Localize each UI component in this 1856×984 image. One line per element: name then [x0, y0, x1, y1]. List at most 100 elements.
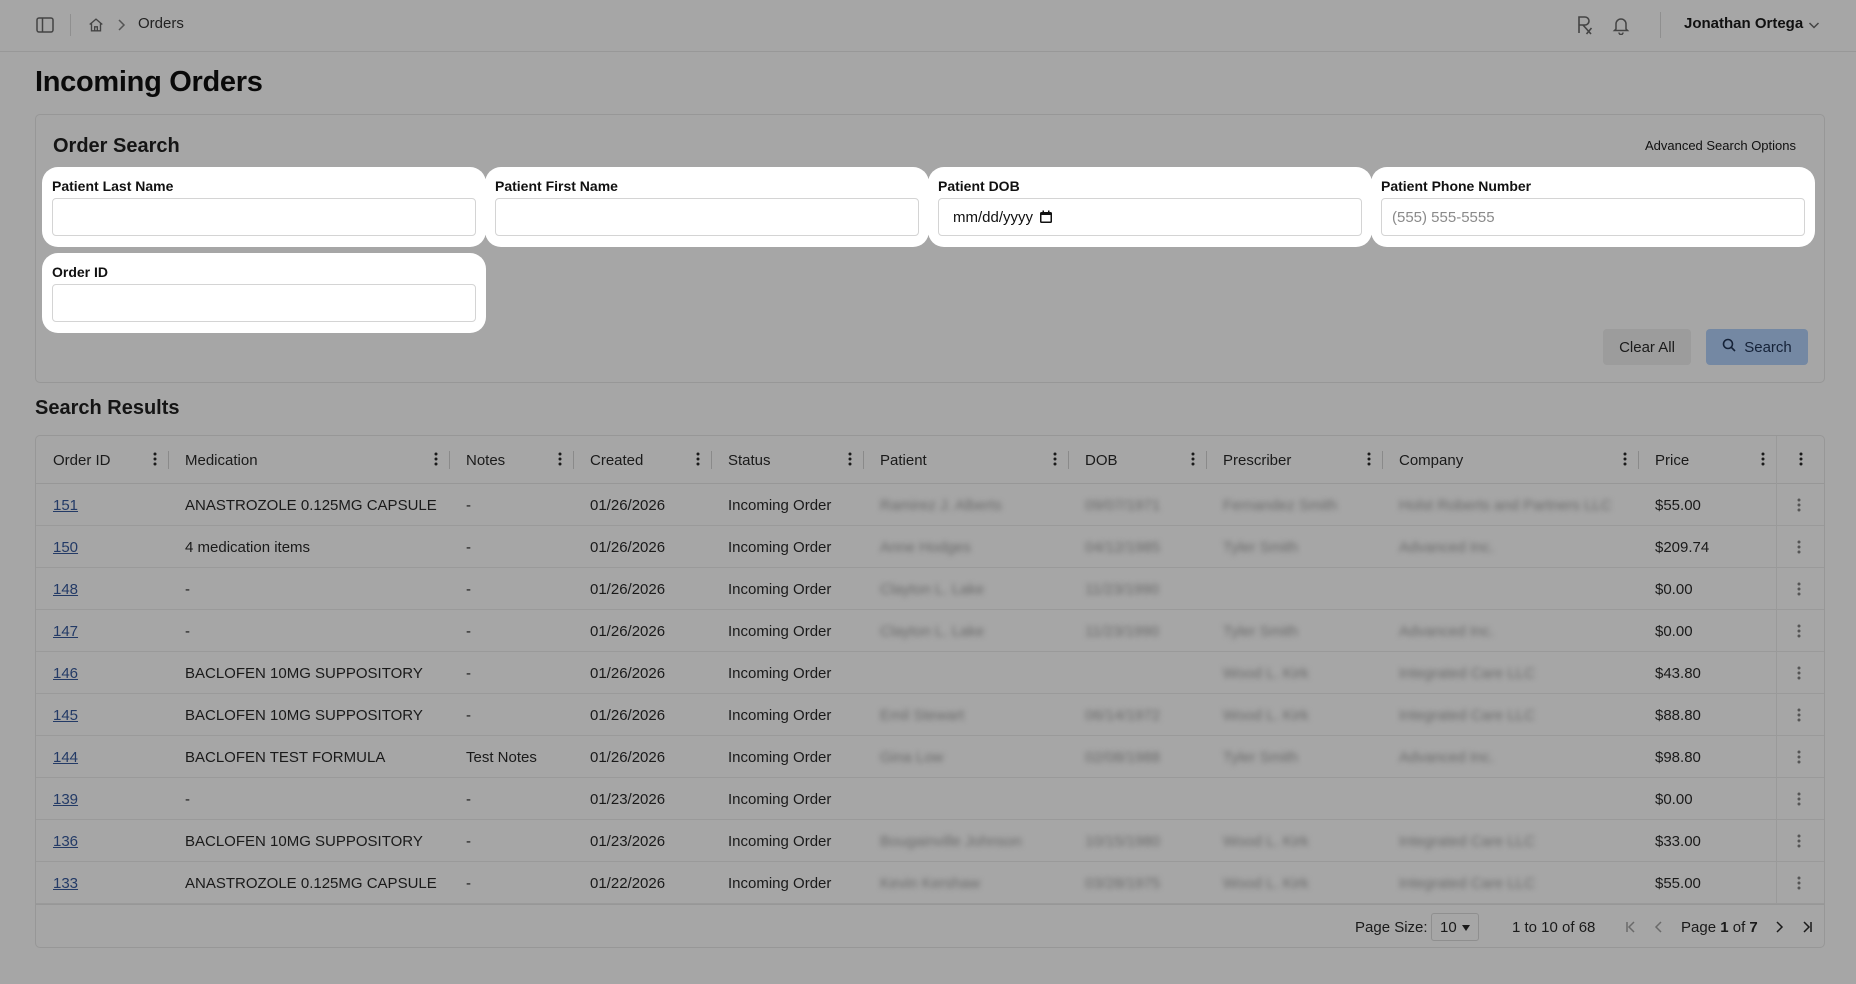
column-header-company[interactable]: Company — [1382, 436, 1638, 484]
patient-last-name-input[interactable] — [52, 198, 476, 236]
column-divider[interactable] — [573, 451, 574, 469]
row-actions-icon[interactable] — [1796, 833, 1802, 849]
column-divider[interactable] — [449, 451, 450, 469]
column-menu-icon[interactable] — [557, 451, 563, 469]
row-actions-icon[interactable] — [1796, 497, 1802, 513]
table-row[interactable]: 148 - - 01/26/2026 Incoming Order Clayton L. … — [36, 568, 1824, 610]
row-actions-icon[interactable] — [1796, 665, 1802, 681]
cell-order-id[interactable]: 147 — [36, 610, 168, 652]
cell-order-id[interactable]: 148 — [36, 568, 168, 610]
cell-order-id[interactable]: 150 — [36, 526, 168, 568]
table-row[interactable]: 146 BACLOFEN 10MG SUPPOSITORY - 01/26/2026 I… — [36, 652, 1824, 694]
column-header-created[interactable]: Created — [573, 436, 711, 484]
page-size-select[interactable]: 10 — [1431, 913, 1479, 941]
column-divider[interactable] — [1068, 451, 1069, 469]
column-divider[interactable] — [1382, 451, 1383, 469]
row-actions-icon[interactable] — [1796, 623, 1802, 639]
order-id-input[interactable] — [52, 284, 476, 322]
table-row[interactable]: 147 - - 01/26/2026 Incoming Order Clayton L. … — [36, 610, 1824, 652]
patient-first-name-input[interactable] — [495, 198, 919, 236]
patient-dob-input[interactable]: mm/dd/yyyy — [938, 198, 1362, 236]
column-menu-icon[interactable] — [1052, 451, 1058, 469]
column-menu-icon[interactable] — [1760, 451, 1766, 469]
table-row[interactable]: 145 BACLOFEN 10MG SUPPOSITORY - 01/26/2026 I… — [36, 694, 1824, 736]
row-actions-icon[interactable] — [1796, 749, 1802, 765]
order-id-link[interactable]: 147 — [53, 623, 78, 640]
column-menu-icon[interactable] — [152, 451, 158, 469]
cell-created: 01/23/2026 — [573, 820, 711, 862]
order-id-link[interactable]: 148 — [53, 581, 78, 598]
column-divider[interactable] — [711, 451, 712, 469]
home-icon[interactable] — [86, 15, 106, 35]
order-id-link[interactable]: 139 — [53, 791, 78, 808]
chevron-down-icon[interactable] — [1806, 17, 1822, 33]
column-header-patient[interactable]: Patient — [863, 436, 1068, 484]
cell-order-id[interactable]: 145 — [36, 694, 168, 736]
order-id-link[interactable]: 145 — [53, 707, 78, 724]
total-pages: 7 — [1749, 919, 1758, 936]
last-page-icon[interactable] — [1799, 919, 1815, 935]
cell-text: Integrated Care LLC — [1399, 832, 1535, 850]
row-actions-icon[interactable] — [1796, 875, 1802, 891]
table-row[interactable]: 144 BACLOFEN TEST FORMULA Test Notes 01/26/… — [36, 736, 1824, 778]
column-menu-icon[interactable] — [1622, 451, 1628, 469]
cell-patient — [863, 652, 1068, 694]
column-divider[interactable] — [1206, 451, 1207, 469]
column-header-status[interactable]: Status — [711, 436, 863, 484]
cell-prescriber — [1206, 778, 1382, 820]
column-menu-icon[interactable] — [1190, 451, 1196, 469]
order-id-link[interactable]: 136 — [53, 833, 78, 850]
column-divider[interactable] — [863, 451, 864, 469]
column-divider[interactable] — [1638, 451, 1639, 469]
cell-order-id[interactable]: 146 — [36, 652, 168, 694]
column-menu-icon[interactable] — [847, 451, 853, 469]
column-header-notes[interactable]: Notes — [449, 436, 573, 484]
column-header-price[interactable]: Price — [1638, 436, 1776, 484]
previous-page-icon[interactable] — [1651, 919, 1667, 935]
advanced-search-link[interactable]: Advanced Search Options — [1645, 138, 1796, 153]
search-button[interactable]: Search — [1706, 329, 1808, 365]
column-options-icon[interactable] — [1798, 451, 1804, 472]
column-header-dob[interactable]: DOB — [1068, 436, 1206, 484]
cell-medication: ANASTROZOLE 0.125MG CAPSULE — [168, 484, 449, 526]
cell-order-id[interactable]: 136 — [36, 820, 168, 862]
sidebar-toggle-icon[interactable] — [34, 14, 56, 36]
table-row[interactable]: 151 ANASTROZOLE 0.125MG CAPSULE - 01/26/202… — [36, 484, 1824, 526]
clear-all-button[interactable]: Clear All — [1603, 329, 1691, 365]
row-actions-icon[interactable] — [1796, 581, 1802, 597]
order-id-link[interactable]: 146 — [53, 665, 78, 682]
column-menu-icon[interactable] — [695, 451, 701, 469]
table-row[interactable]: 136 BACLOFEN 10MG SUPPOSITORY - 01/23/2026 I… — [36, 820, 1824, 862]
column-header-medication[interactable]: Medication — [168, 436, 449, 484]
cell-notes: - — [449, 484, 573, 526]
cell-order-id[interactable]: 144 — [36, 736, 168, 778]
column-menu-icon[interactable] — [1366, 451, 1372, 469]
table-row[interactable]: 133 ANASTROZOLE 0.125MG CAPSULE - 01/22/202… — [36, 862, 1824, 904]
column-divider[interactable] — [168, 451, 169, 469]
patient-phone-input[interactable] — [1381, 198, 1805, 236]
cell-order-id[interactable]: 139 — [36, 778, 168, 820]
cell-notes: - — [449, 652, 573, 694]
column-header-order-id[interactable]: Order ID — [36, 436, 168, 484]
order-id-link[interactable]: 150 — [53, 539, 78, 556]
cell-order-id[interactable]: 133 — [36, 862, 168, 904]
order-id-link[interactable]: 151 — [53, 497, 78, 514]
order-id-link[interactable]: 133 — [53, 875, 78, 892]
row-actions-icon[interactable] — [1796, 791, 1802, 807]
bell-icon[interactable] — [1610, 14, 1632, 36]
cell-prescriber: Wood L. Kirk — [1206, 694, 1382, 736]
cell-text: Holst Roberts and Partners LLC — [1399, 496, 1612, 514]
table-row[interactable]: 139 - - 01/23/2026 Incoming Order $0.00 — [36, 778, 1824, 820]
calendar-icon[interactable] — [1039, 210, 1053, 224]
row-actions-icon[interactable] — [1796, 707, 1802, 723]
first-page-icon[interactable] — [1623, 919, 1639, 935]
column-menu-icon[interactable] — [433, 451, 439, 469]
table-row[interactable]: 150 4 medication items - 01/26/2026 Incoming… — [36, 526, 1824, 568]
cell-order-id[interactable]: 151 — [36, 484, 168, 526]
prescription-icon[interactable] — [1574, 13, 1596, 37]
order-id-link[interactable]: 144 — [53, 749, 78, 766]
next-page-icon[interactable] — [1771, 919, 1787, 935]
column-header-prescriber[interactable]: Prescriber — [1206, 436, 1382, 484]
row-actions-icon[interactable] — [1796, 539, 1802, 555]
user-name[interactable]: Jonathan Ortega — [1684, 15, 1803, 32]
